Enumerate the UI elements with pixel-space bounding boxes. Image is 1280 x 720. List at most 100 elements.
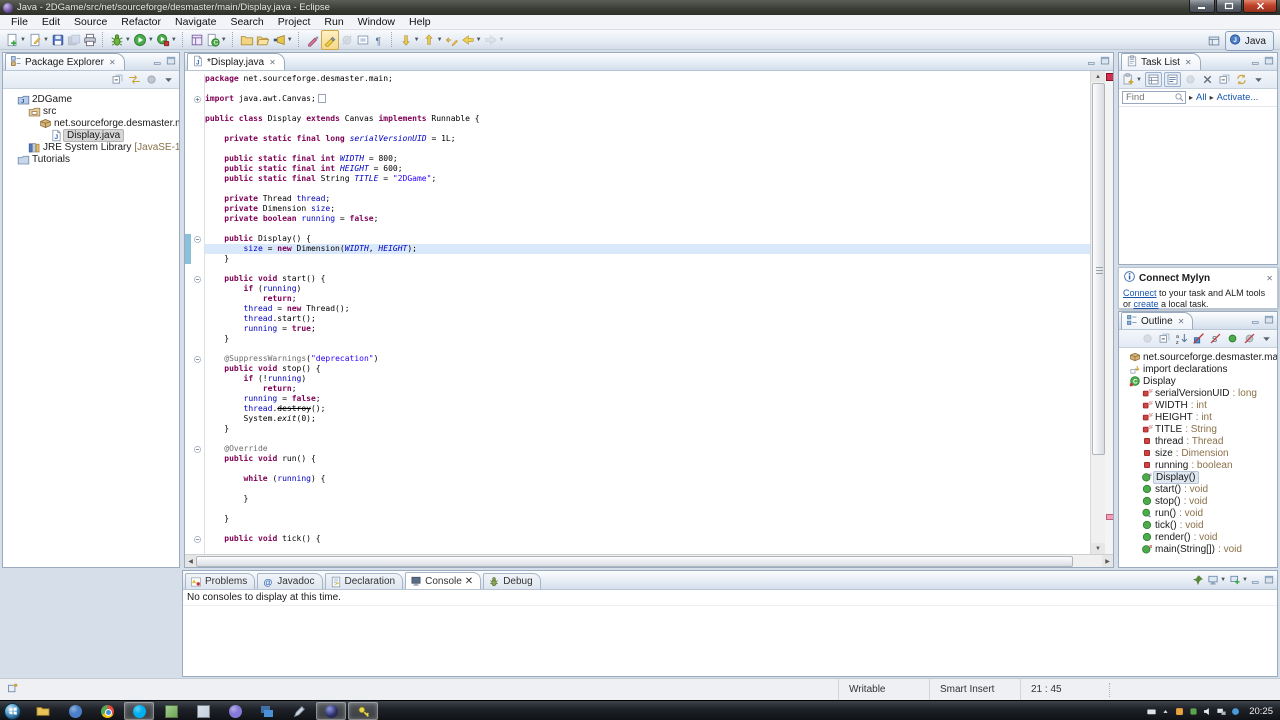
- menu-file[interactable]: File: [4, 16, 35, 28]
- code-line[interactable]: [185, 124, 1091, 134]
- view-menu-button[interactable]: [1251, 73, 1266, 86]
- tree-item-tutorials[interactable]: Tutorials: [3, 153, 179, 165]
- focus-button[interactable]: [1140, 332, 1155, 345]
- scroll-right-icon[interactable]: ▶: [1102, 555, 1113, 567]
- show-whitespace-button[interactable]: ¶: [371, 31, 387, 49]
- menu-help[interactable]: Help: [402, 16, 438, 28]
- synchronize-button[interactable]: [1234, 73, 1249, 86]
- close-icon[interactable]: ✕: [1185, 58, 1192, 67]
- tray-keyboard-icon[interactable]: [1146, 706, 1157, 717]
- outline-item-width[interactable]: SFWIDTH : int: [1119, 399, 1277, 411]
- outline-item-import-declarations[interactable]: import declarations: [1119, 363, 1277, 375]
- dropdown-arrow-icon[interactable]: ▼: [20, 37, 26, 43]
- new-class-button[interactable]: C ▼: [205, 31, 228, 49]
- debug-button[interactable]: ▼: [109, 31, 132, 49]
- dropdown-arrow-icon[interactable]: ▼: [221, 37, 227, 43]
- overview-ruler[interactable]: [1105, 71, 1113, 554]
- start-button[interactable]: [4, 702, 21, 720]
- taskbar-chrome[interactable]: [92, 702, 122, 720]
- view-menu-button[interactable]: [161, 73, 176, 86]
- minimize-window-button[interactable]: [1189, 0, 1215, 13]
- taskbar-app-purple-round[interactable]: [220, 702, 250, 720]
- code-line[interactable]: [185, 184, 1091, 194]
- console-tab-console[interactable]: Console ✕: [405, 572, 482, 589]
- scrollbar-thumb[interactable]: [1092, 83, 1105, 455]
- dropdown-arrow-icon[interactable]: ▼: [148, 37, 154, 43]
- code-line[interactable]: [185, 504, 1091, 514]
- mylyn-connect-link[interactable]: Connect: [1123, 288, 1157, 298]
- taskbar-app-blue-stack[interactable]: [252, 702, 282, 720]
- scroll-down-icon[interactable]: ▼: [1091, 543, 1105, 554]
- code-line[interactable]: public void start() {: [185, 274, 1091, 284]
- code-line[interactable]: }: [185, 254, 1091, 264]
- taskbar-skype[interactable]: [124, 702, 154, 720]
- tray-network-icon[interactable]: [1216, 706, 1227, 717]
- tray-blue-icon[interactable]: [1230, 706, 1241, 717]
- sort-button[interactable]: az: [1174, 332, 1189, 345]
- code-line[interactable]: size = new Dimension(WIDTH, HEIGHT);: [185, 244, 1091, 254]
- new-task-button[interactable]: ▼: [1121, 73, 1143, 86]
- view-menu-button[interactable]: [1259, 332, 1274, 345]
- dropdown-arrow-icon[interactable]: ▼: [414, 37, 420, 43]
- block-selection-button[interactable]: [355, 31, 371, 49]
- dropdown-arrow-icon[interactable]: ▼: [499, 37, 505, 43]
- code-line[interactable]: private static final long serialVersionU…: [185, 134, 1091, 144]
- scrollbar-thumb[interactable]: [196, 556, 1073, 567]
- new-file-button[interactable]: ▼: [27, 31, 50, 49]
- code-line[interactable]: package net.sourceforge.desmaster.main;: [185, 74, 1091, 84]
- code-line[interactable]: [185, 484, 1091, 494]
- code-line[interactable]: public static final int WIDTH = 800;: [185, 154, 1091, 164]
- tray-shield-icon[interactable]: [1174, 706, 1185, 717]
- outline-item-render-[interactable]: render() : void: [1119, 531, 1277, 543]
- close-icon[interactable]: ✕: [1266, 274, 1273, 283]
- open-perspective-button[interactable]: [1206, 34, 1222, 48]
- collapse-all-button[interactable]: [110, 73, 125, 86]
- code-line[interactable]: thread = new Thread();: [185, 304, 1091, 314]
- code-line[interactable]: running = true;: [185, 324, 1091, 334]
- outline-item-stop-[interactable]: stop() : void: [1119, 495, 1277, 507]
- outline-item-height[interactable]: SFHEIGHT : int: [1119, 411, 1277, 423]
- taskbar-app-green-cube[interactable]: [156, 702, 186, 720]
- menu-search[interactable]: Search: [223, 16, 270, 28]
- code-line[interactable]: [185, 264, 1091, 274]
- taskbar-windows-explorer[interactable]: [28, 702, 58, 720]
- code-line[interactable]: private Thread thread;: [185, 194, 1091, 204]
- code-editor[interactable]: package net.sourceforge.desmaster.main; i…: [185, 71, 1113, 554]
- code-line[interactable]: private Dimension size;: [185, 204, 1091, 214]
- dropdown-arrow-icon[interactable]: ▼: [476, 37, 482, 43]
- code-line[interactable]: [185, 224, 1091, 234]
- outline-item-display-[interactable]: c Display(): [1119, 470, 1277, 484]
- menu-window[interactable]: Window: [351, 16, 402, 28]
- open-resource-button[interactable]: [255, 31, 271, 49]
- hide-local-types-button[interactable]: [1242, 332, 1257, 345]
- outline-item-run-[interactable]: run() : void: [1119, 507, 1277, 519]
- outline-item-net-sourceforge-desmaster-main[interactable]: net.sourceforge.desmaster.main: [1119, 351, 1277, 363]
- error-overview-marker[interactable]: [1106, 73, 1113, 81]
- package-explorer-tab[interactable]: Package Explorer ✕: [5, 53, 125, 70]
- taskbar-app-pencil[interactable]: [284, 702, 314, 720]
- scroll-left-icon[interactable]: ◀: [185, 555, 196, 567]
- hide-fields-button[interactable]: [1191, 332, 1206, 345]
- collapse-all-button[interactable]: [1157, 332, 1172, 345]
- dropdown-arrow-icon[interactable]: ▼: [171, 37, 177, 43]
- scheduled-button[interactable]: [1163, 72, 1181, 87]
- code-line[interactable]: [185, 104, 1091, 114]
- outline-item-display[interactable]: C Display: [1119, 375, 1277, 387]
- last-edit-location-button[interactable]: [444, 31, 460, 49]
- outline-item-size[interactable]: size : Dimension: [1119, 447, 1277, 459]
- skip-breakpoints-button[interactable]: [339, 31, 355, 49]
- tree-item-display-java[interactable]: J Display.java: [3, 128, 179, 142]
- code-line[interactable]: thread.start();: [185, 314, 1091, 324]
- close-icon[interactable]: ✕: [269, 58, 276, 67]
- menu-edit[interactable]: Edit: [35, 16, 67, 28]
- outline-item-title[interactable]: SFTITLE : String: [1119, 423, 1277, 435]
- outline-tab[interactable]: Outline ✕: [1121, 312, 1194, 329]
- code-line[interactable]: @SuppressWarnings("deprecation"): [185, 354, 1091, 364]
- code-line[interactable]: [185, 434, 1091, 444]
- delete-button[interactable]: [1200, 73, 1215, 86]
- menu-navigate[interactable]: Navigate: [168, 16, 223, 28]
- save-all-button[interactable]: [66, 31, 82, 49]
- run-button[interactable]: ▼: [132, 31, 155, 49]
- outline-item-running[interactable]: running : boolean: [1119, 459, 1277, 471]
- code-line[interactable]: [185, 464, 1091, 474]
